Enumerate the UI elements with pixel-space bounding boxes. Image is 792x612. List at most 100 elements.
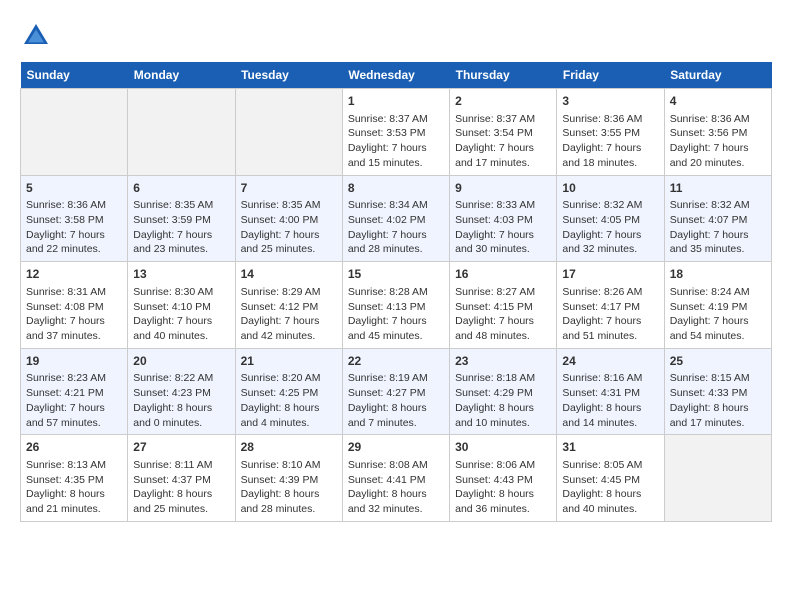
logo (20, 20, 56, 52)
calendar-cell: 31 Sunrise: 8:05 AM Sunset: 4:45 PM Dayli… (557, 435, 664, 522)
calendar-cell: 5Sunrise: 8:36 AM Sunset: 3:58 PM Daylig… (21, 175, 128, 262)
day-number: 16 (455, 266, 551, 283)
day-number: 17 (562, 266, 658, 283)
calendar-cell: 22Sunrise: 8:19 AM Sunset: 4:27 PM Dayli… (342, 348, 449, 435)
day-info: Sunrise: 8:23 AM Sunset: 4:21 PM Dayligh… (26, 371, 122, 430)
page-header (20, 20, 772, 52)
day-number: 12 (26, 266, 122, 283)
day-number: 10 (562, 180, 658, 197)
weekday-header-thursday: Thursday (450, 62, 557, 89)
calendar-week-row: 26Sunrise: 8:13 AM Sunset: 4:35 PM Dayli… (21, 435, 772, 522)
calendar-cell: 4Sunrise: 8:36 AM Sunset: 3:56 PM Daylig… (664, 89, 771, 176)
calendar-cell: 29 Sunrise: 8:08 AM Sunset: 4:41 PM Dayli… (342, 435, 449, 522)
day-info: Sunrise: 8:11 AM Sunset: 4:37 PM Dayligh… (133, 458, 229, 517)
weekday-header-friday: Friday (557, 62, 664, 89)
day-number: 14 (241, 266, 337, 283)
calendar-body: 1 Sunrise: 8:37 AM Sunset: 3:53 PM Daylig… (21, 89, 772, 522)
calendar-cell: 9Sunrise: 8:33 AM Sunset: 4:03 PM Daylig… (450, 175, 557, 262)
calendar-cell: 11Sunrise: 8:32 AM Sunset: 4:07 PM Dayli… (664, 175, 771, 262)
day-info: Sunrise: 8:15 AM Sunset: 4:33 PM Dayligh… (670, 371, 766, 430)
day-number: 20 (133, 353, 229, 370)
day-info: Sunrise: 8:31 AM Sunset: 4:08 PM Dayligh… (26, 285, 122, 344)
calendar-cell: 17 Sunrise: 8:26 AM Sunset: 4:17 PM Dayli… (557, 262, 664, 349)
day-info: Sunrise: 8:20 AM Sunset: 4:25 PM Dayligh… (241, 371, 337, 430)
day-info: Sunrise: 8:33 AM Sunset: 4:03 PM Dayligh… (455, 198, 551, 257)
calendar-week-row: 1 Sunrise: 8:37 AM Sunset: 3:53 PM Daylig… (21, 89, 772, 176)
day-info: Sunrise: 8:24 AM Sunset: 4:19 PM Dayligh… (670, 285, 766, 344)
day-number: 19 (26, 353, 122, 370)
day-info: Sunrise: 8:37 AM Sunset: 3:53 PM Dayligh… (348, 112, 444, 171)
day-info: Sunrise: 8:32 AM Sunset: 4:05 PM Dayligh… (562, 198, 658, 257)
calendar-cell: 10Sunrise: 8:32 AM Sunset: 4:05 PM Dayli… (557, 175, 664, 262)
calendar-cell: 24Sunrise: 8:16 AM Sunset: 4:31 PM Dayli… (557, 348, 664, 435)
calendar-cell: 25Sunrise: 8:15 AM Sunset: 4:33 PM Dayli… (664, 348, 771, 435)
day-number: 31 (562, 439, 658, 456)
day-number: 21 (241, 353, 337, 370)
day-info: Sunrise: 8:26 AM Sunset: 4:17 PM Dayligh… (562, 285, 658, 344)
weekday-header-wednesday: Wednesday (342, 62, 449, 89)
calendar-week-row: 19Sunrise: 8:23 AM Sunset: 4:21 PM Dayli… (21, 348, 772, 435)
calendar-cell: 14 Sunrise: 8:29 AM Sunset: 4:12 PM Dayli… (235, 262, 342, 349)
day-number: 7 (241, 180, 337, 197)
day-number: 29 (348, 439, 444, 456)
calendar-cell: 1 Sunrise: 8:37 AM Sunset: 3:53 PM Daylig… (342, 89, 449, 176)
calendar-cell: 16 Sunrise: 8:27 AM Sunset: 4:15 PM Dayli… (450, 262, 557, 349)
day-number: 4 (670, 93, 766, 110)
day-info: Sunrise: 8:16 AM Sunset: 4:31 PM Dayligh… (562, 371, 658, 430)
day-number: 23 (455, 353, 551, 370)
day-info: Sunrise: 8:05 AM Sunset: 4:45 PM Dayligh… (562, 458, 658, 517)
weekday-header-tuesday: Tuesday (235, 62, 342, 89)
calendar-cell: 26Sunrise: 8:13 AM Sunset: 4:35 PM Dayli… (21, 435, 128, 522)
day-info: Sunrise: 8:08 AM Sunset: 4:41 PM Dayligh… (348, 458, 444, 517)
day-info: Sunrise: 8:30 AM Sunset: 4:10 PM Dayligh… (133, 285, 229, 344)
day-info: Sunrise: 8:36 AM Sunset: 3:58 PM Dayligh… (26, 198, 122, 257)
calendar-cell (128, 89, 235, 176)
day-number: 9 (455, 180, 551, 197)
day-number: 25 (670, 353, 766, 370)
logo-icon (20, 20, 52, 52)
day-number: 6 (133, 180, 229, 197)
calendar-cell: 23Sunrise: 8:18 AM Sunset: 4:29 PM Dayli… (450, 348, 557, 435)
calendar-cell: 13Sunrise: 8:30 AM Sunset: 4:10 PM Dayli… (128, 262, 235, 349)
day-number: 18 (670, 266, 766, 283)
calendar-table: SundayMondayTuesdayWednesdayThursdayFrid… (20, 62, 772, 522)
calendar-cell: 15 Sunrise: 8:28 AM Sunset: 4:13 PM Dayli… (342, 262, 449, 349)
weekday-header-saturday: Saturday (664, 62, 771, 89)
day-info: Sunrise: 8:35 AM Sunset: 4:00 PM Dayligh… (241, 198, 337, 257)
day-number: 28 (241, 439, 337, 456)
calendar-cell: 7Sunrise: 8:35 AM Sunset: 4:00 PM Daylig… (235, 175, 342, 262)
calendar-cell (235, 89, 342, 176)
day-info: Sunrise: 8:22 AM Sunset: 4:23 PM Dayligh… (133, 371, 229, 430)
calendar-cell (21, 89, 128, 176)
day-number: 2 (455, 93, 551, 110)
calendar-cell: 8Sunrise: 8:34 AM Sunset: 4:02 PM Daylig… (342, 175, 449, 262)
calendar-cell: 27Sunrise: 8:11 AM Sunset: 4:37 PM Dayli… (128, 435, 235, 522)
day-info: Sunrise: 8:29 AM Sunset: 4:12 PM Dayligh… (241, 285, 337, 344)
calendar-cell: 12 Sunrise: 8:31 AM Sunset: 4:08 PM Dayli… (21, 262, 128, 349)
weekday-header-row: SundayMondayTuesdayWednesdayThursdayFrid… (21, 62, 772, 89)
weekday-header-monday: Monday (128, 62, 235, 89)
day-info: Sunrise: 8:18 AM Sunset: 4:29 PM Dayligh… (455, 371, 551, 430)
calendar-cell: 19Sunrise: 8:23 AM Sunset: 4:21 PM Dayli… (21, 348, 128, 435)
day-number: 15 (348, 266, 444, 283)
calendar-cell: 20Sunrise: 8:22 AM Sunset: 4:23 PM Dayli… (128, 348, 235, 435)
day-info: Sunrise: 8:06 AM Sunset: 4:43 PM Dayligh… (455, 458, 551, 517)
calendar-header: SundayMondayTuesdayWednesdayThursdayFrid… (21, 62, 772, 89)
day-info: Sunrise: 8:10 AM Sunset: 4:39 PM Dayligh… (241, 458, 337, 517)
day-info: Sunrise: 8:28 AM Sunset: 4:13 PM Dayligh… (348, 285, 444, 344)
calendar-cell: 3 Sunrise: 8:36 AM Sunset: 3:55 PM Daylig… (557, 89, 664, 176)
calendar-cell: 6Sunrise: 8:35 AM Sunset: 3:59 PM Daylig… (128, 175, 235, 262)
day-info: Sunrise: 8:36 AM Sunset: 3:55 PM Dayligh… (562, 112, 658, 171)
day-info: Sunrise: 8:35 AM Sunset: 3:59 PM Dayligh… (133, 198, 229, 257)
day-number: 5 (26, 180, 122, 197)
weekday-header-sunday: Sunday (21, 62, 128, 89)
day-number: 3 (562, 93, 658, 110)
day-info: Sunrise: 8:37 AM Sunset: 3:54 PM Dayligh… (455, 112, 551, 171)
calendar-week-row: 5Sunrise: 8:36 AM Sunset: 3:58 PM Daylig… (21, 175, 772, 262)
calendar-cell: 2 Sunrise: 8:37 AM Sunset: 3:54 PM Daylig… (450, 89, 557, 176)
calendar-cell (664, 435, 771, 522)
day-info: Sunrise: 8:34 AM Sunset: 4:02 PM Dayligh… (348, 198, 444, 257)
day-info: Sunrise: 8:19 AM Sunset: 4:27 PM Dayligh… (348, 371, 444, 430)
day-number: 1 (348, 93, 444, 110)
day-info: Sunrise: 8:27 AM Sunset: 4:15 PM Dayligh… (455, 285, 551, 344)
